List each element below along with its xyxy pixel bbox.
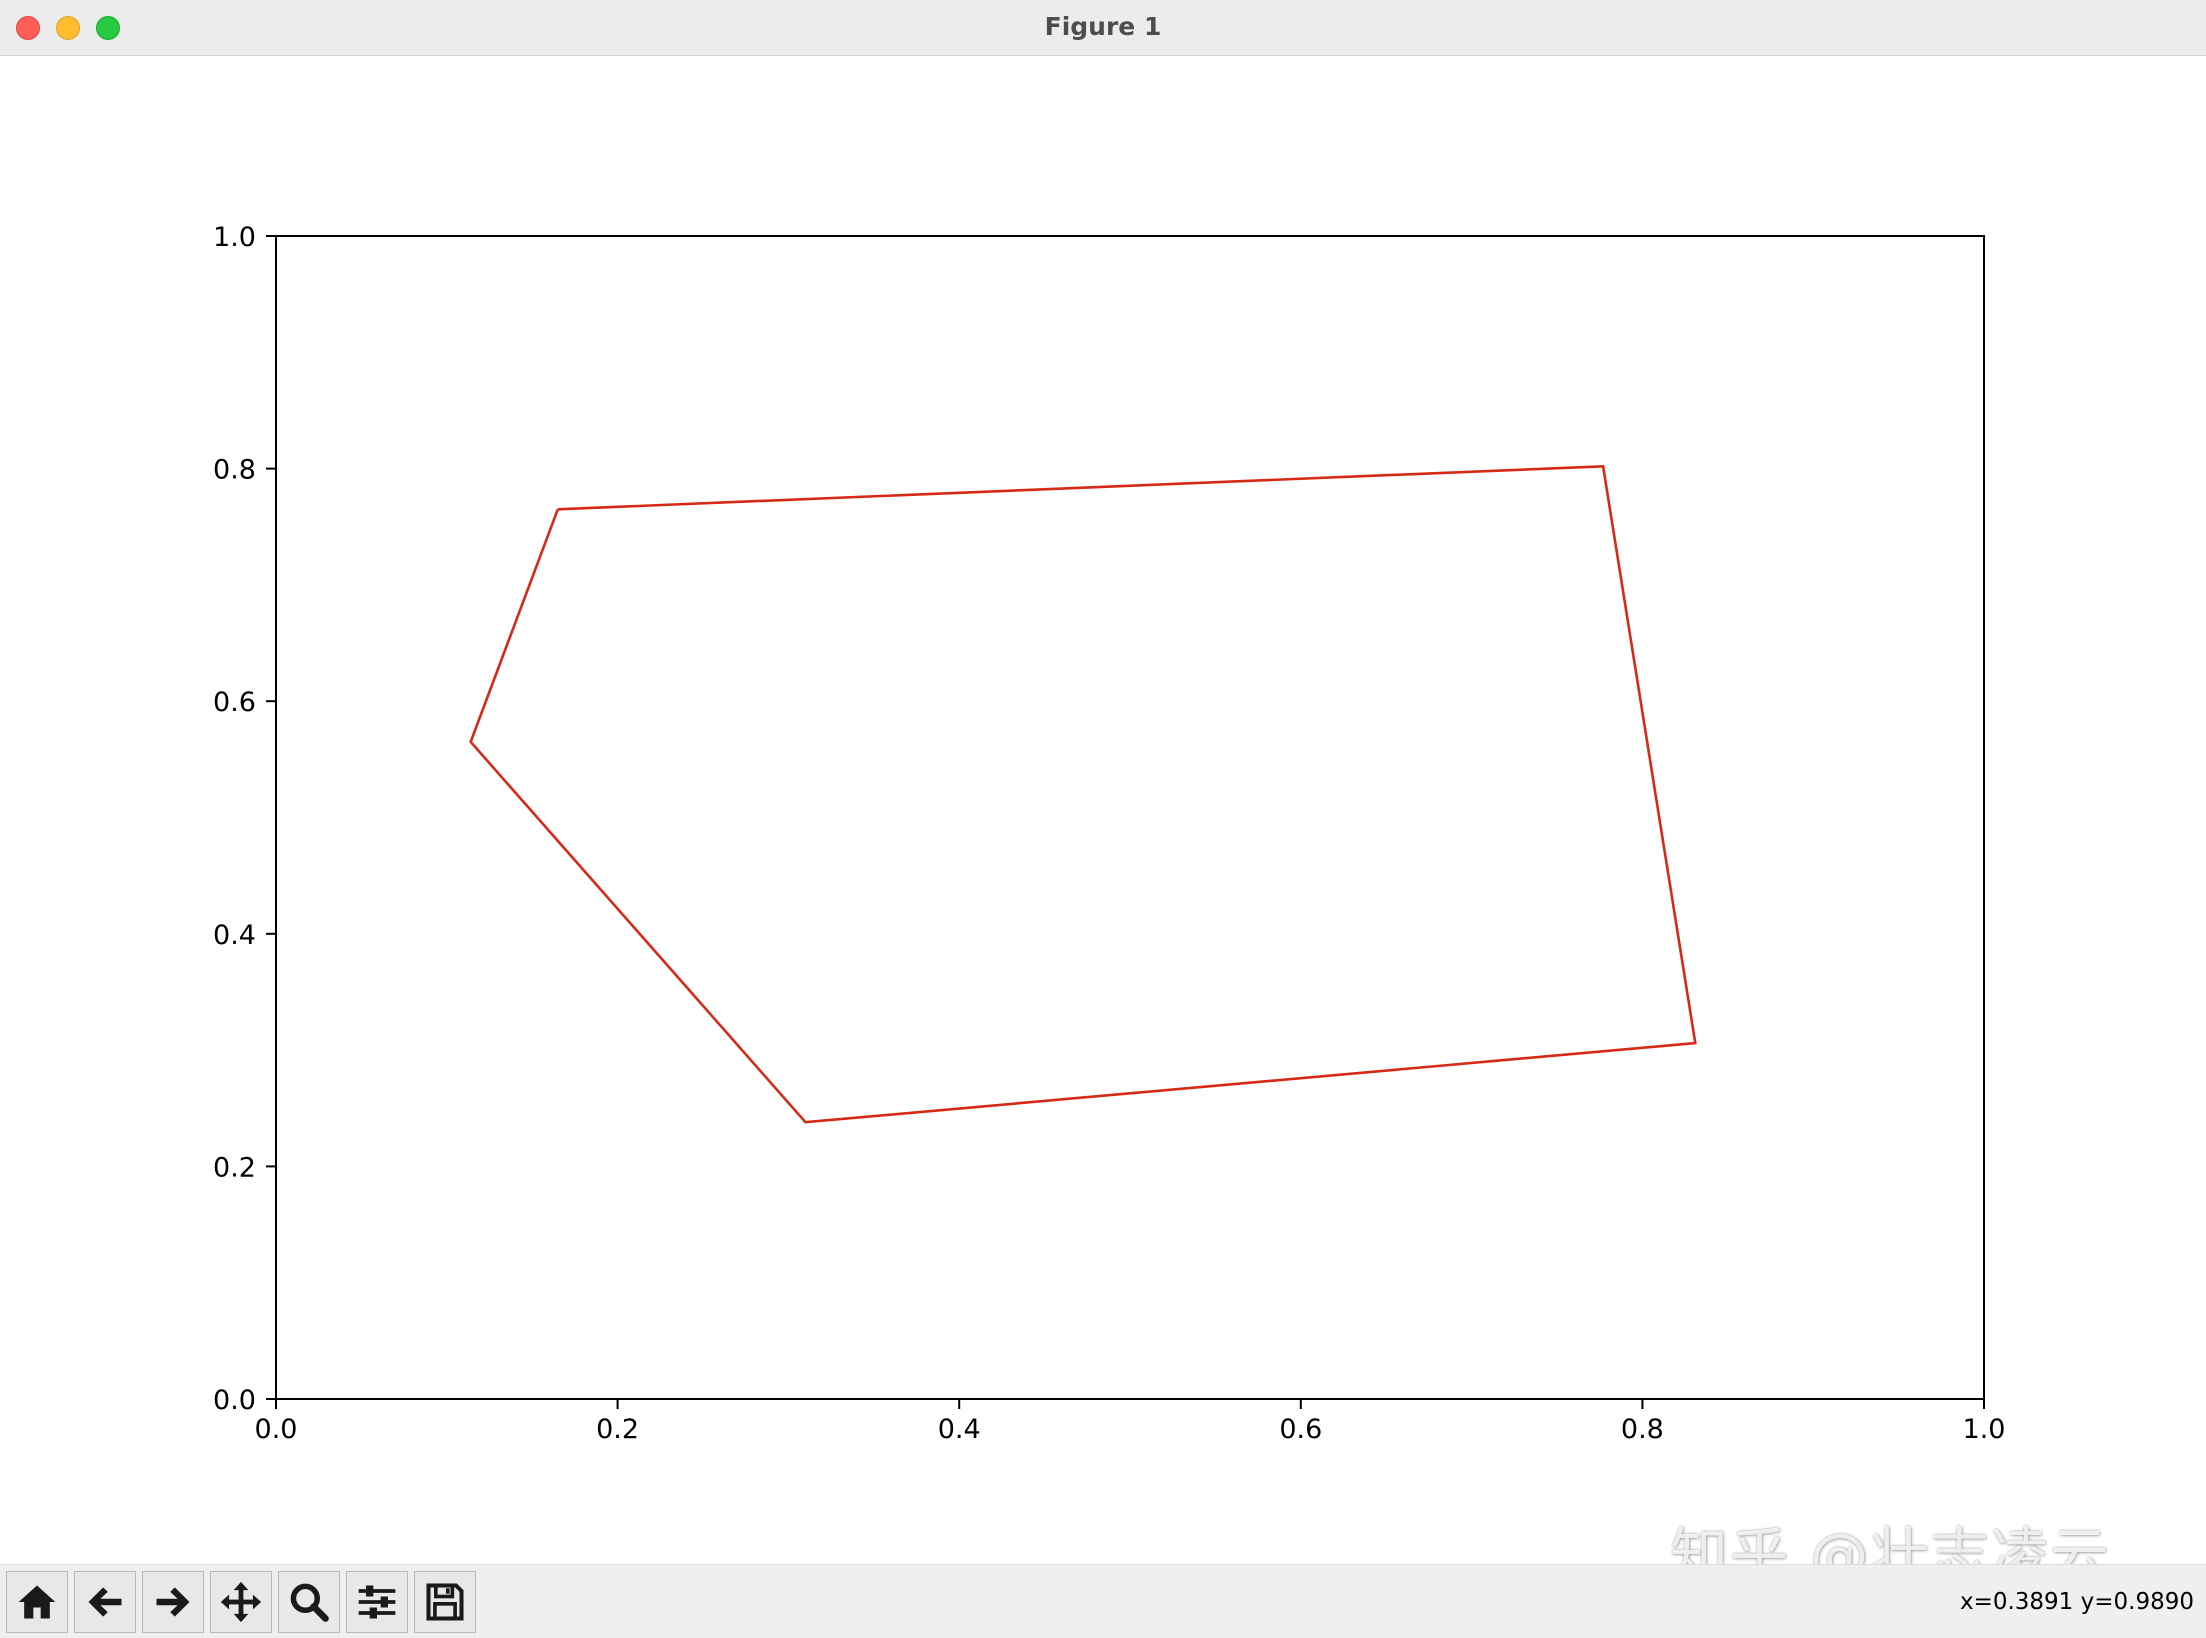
pan-button[interactable] — [210, 1571, 272, 1633]
home-icon — [18, 1585, 56, 1619]
y-tick-label: 0.2 — [213, 1152, 256, 1183]
figure-canvas[interactable]: 0.0 0.2 0.4 0.6 0.8 1.0 0.0 0.2 0.4 0.6 0.8 1.0 — [0, 56, 2206, 1564]
y-tick-label: 1.0 — [213, 222, 256, 253]
window-title: Figure 1 — [1044, 12, 1162, 41]
x-tick-label: 0.8 — [1621, 1414, 1664, 1445]
sliders-icon — [358, 1585, 396, 1619]
cursor-coordinates: x=0.3891 y=0.9890 — [1959, 1589, 2194, 1615]
title-bar: Figure 1 — [0, 0, 2206, 56]
back-button[interactable] — [74, 1571, 136, 1633]
save-button[interactable] — [414, 1571, 476, 1633]
forward-button[interactable] — [142, 1571, 204, 1633]
arrow-right-icon — [156, 1587, 190, 1617]
x-tick-label: 0.2 — [596, 1414, 639, 1445]
navigation-toolbar: x=0.3891 y=0.9890 — [0, 1564, 2206, 1638]
x-tick-label: 1.0 — [1963, 1414, 2006, 1445]
series-line-0 — [469, 464, 1697, 1124]
x-tick-label: 0.0 — [255, 1414, 298, 1445]
arrow-left-icon — [88, 1587, 122, 1617]
x-tick-label: 0.6 — [1279, 1414, 1322, 1445]
figure-window: Figure 1 0.0 0.2 0.4 0.6 0.8 1.0 0.0 0.2 0.4 0.6 0… — [0, 0, 2206, 1638]
y-tick-label: 0.6 — [213, 687, 256, 718]
floppy-disk-icon — [426, 1583, 464, 1621]
configure-subplots-button[interactable] — [346, 1571, 408, 1633]
axes: 0.0 0.2 0.4 0.6 0.8 1.0 0.0 0.2 0.4 0.6 0.8 1.0 — [213, 222, 2005, 1445]
zoom-button[interactable] — [278, 1571, 340, 1633]
move-icon — [220, 1581, 262, 1623]
y-tick-label: 0.8 — [213, 455, 256, 486]
magnifier-icon — [290, 1583, 329, 1622]
plot-svg: 0.0 0.2 0.4 0.6 0.8 1.0 0.0 0.2 0.4 0.6 0.8 1.0 — [213, 222, 2005, 1445]
y-tick-label: 0.0 — [213, 1385, 256, 1416]
x-tick-label: 0.4 — [938, 1414, 981, 1445]
home-button[interactable] — [6, 1571, 68, 1633]
axes-frame — [275, 235, 1985, 1400]
y-tick-label: 0.4 — [213, 920, 256, 951]
